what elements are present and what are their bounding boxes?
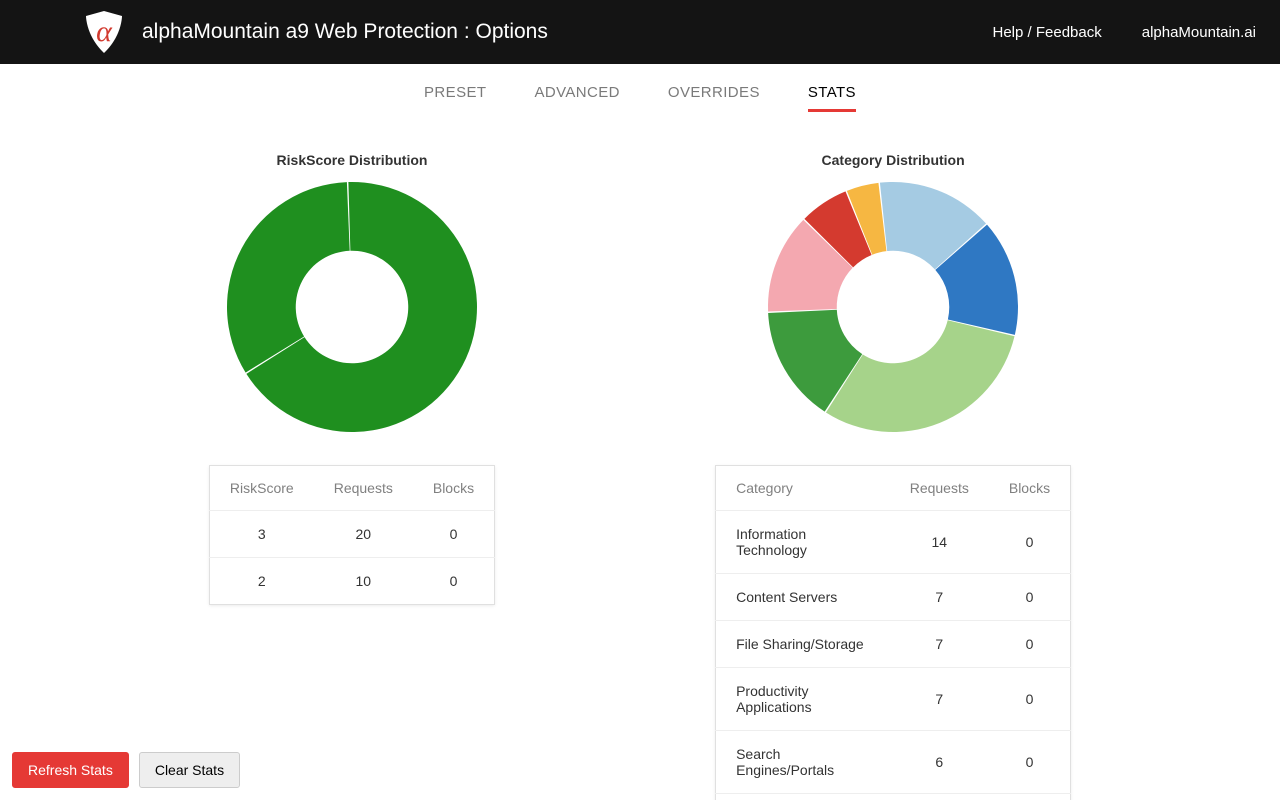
clear-stats-button[interactable]: Clear Stats [139,752,240,788]
category-section: Category Distribution Category Requests … [715,152,1071,800]
tab-stats[interactable]: STATS [808,84,856,112]
help-feedback-link[interactable]: Help / Feedback [993,24,1102,41]
page-title: alphaMountain a9 Web Protection : Option… [142,20,548,44]
table-row: Productivity Applications70 [716,668,1071,731]
category-col-name: Category [716,466,890,511]
table-row: File Sharing/Storage70 [716,621,1071,668]
alphamountain-site-link[interactable]: alphaMountain.ai [1142,24,1256,41]
table-row: 3200 [209,511,494,558]
tab-advanced[interactable]: ADVANCED [534,84,619,112]
category-col-blocks: Blocks [989,466,1071,511]
category-col-requests: Requests [890,466,989,511]
riskscore-col-requests: Requests [314,466,413,511]
table-row: Search Engines/Portals60 [716,731,1071,794]
table-row: Information Technology140 [716,511,1071,574]
riskscore-col-score: RiskScore [209,466,313,511]
category-chart [766,180,1020,437]
table-row: Content Servers70 [716,574,1071,621]
content-scroll[interactable]: PRESET ADVANCED OVERRIDES STATS RiskScor… [0,64,1280,800]
app-logo-icon: α [80,8,128,56]
top-bar: α alphaMountain a9 Web Protection : Opti… [0,0,1280,64]
tab-preset[interactable]: PRESET [424,84,486,112]
category-chart-title: Category Distribution [822,152,965,168]
refresh-stats-button[interactable]: Refresh Stats [12,752,129,788]
table-row: 2100 [209,558,494,605]
tab-bar: PRESET ADVANCED OVERRIDES STATS [0,64,1280,112]
riskscore-section: RiskScore Distribution RiskScore Request… [209,152,495,800]
riskscore-col-blocks: Blocks [413,466,495,511]
riskscore-chart [225,180,479,437]
riskscore-table: RiskScore Requests Blocks 32002100 [209,465,495,605]
riskscore-chart-title: RiskScore Distribution [277,152,428,168]
svg-text:α: α [96,15,113,48]
footer-buttons: Refresh Stats Clear Stats [12,752,240,788]
table-row: Shopping30 [716,794,1071,800]
category-table: Category Requests Blocks Information Tec… [715,465,1071,800]
tab-overrides[interactable]: OVERRIDES [668,84,760,112]
